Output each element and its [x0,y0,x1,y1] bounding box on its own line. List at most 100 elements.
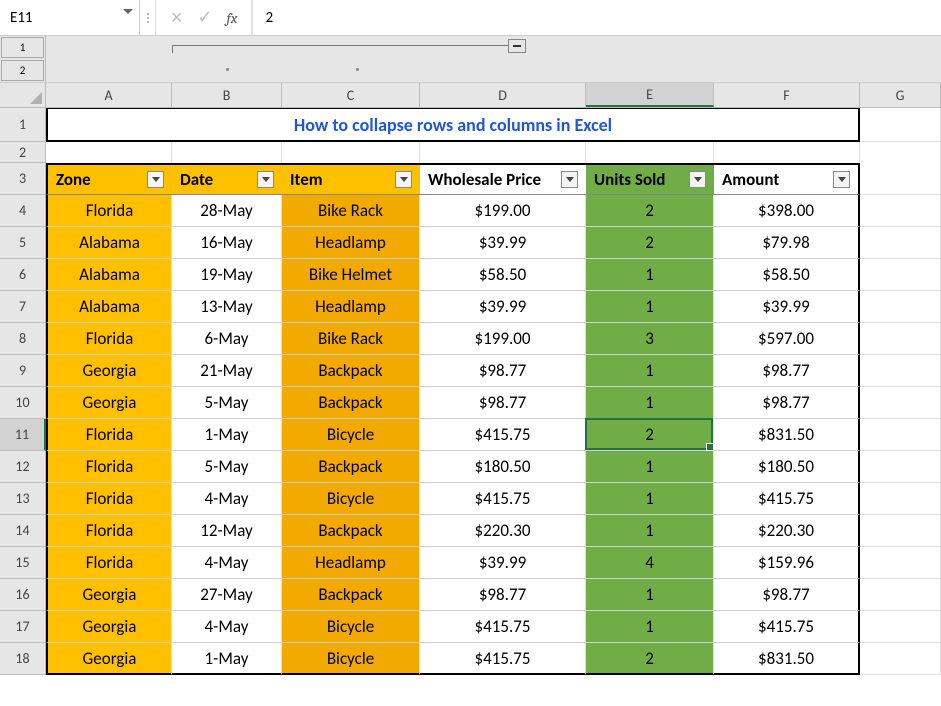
col-header-e[interactable]: E [586,83,714,107]
row-header-3[interactable]: 3 [0,163,46,195]
outline-level-1[interactable]: 1 [1,37,44,58]
col-header-d[interactable]: D [420,83,586,107]
cell-g11[interactable] [860,419,941,451]
cell-amount-5[interactable]: $79.98 [714,227,860,259]
cell-units-16[interactable]: 1 [586,579,714,611]
cell-date-8[interactable]: 6-May [172,323,282,355]
header-item[interactable]: Item [282,163,420,195]
cell-price-12[interactable]: $180.50 [420,451,586,483]
col-header-b[interactable]: B [172,83,282,107]
cell-date-6[interactable]: 19-May [172,259,282,291]
cell-amount-17[interactable]: $415.75 [714,611,860,643]
cell-date-11[interactable]: 1-May [172,419,282,451]
cell-item-14[interactable]: Backpack [282,515,420,547]
cell-f2[interactable] [714,142,860,163]
row-header-8[interactable]: 8 [0,323,46,355]
cell-zone-16[interactable]: Georgia [46,579,172,611]
cell-g12[interactable] [860,451,941,483]
cell-d2[interactable] [420,142,586,163]
cell-zone-13[interactable]: Florida [46,483,172,515]
cell-price-14[interactable]: $220.30 [420,515,586,547]
cell-g10[interactable] [860,387,941,419]
cell-item-11[interactable]: Bicycle [282,419,420,451]
row-header-2[interactable]: 2 [0,142,46,163]
cell-amount-8[interactable]: $597.00 [714,323,860,355]
cell-amount-12[interactable]: $180.50 [714,451,860,483]
header-date[interactable]: Date [172,163,282,195]
row-header-12[interactable]: 12 [0,451,46,483]
cell-amount-13[interactable]: $415.75 [714,483,860,515]
cell-g8[interactable] [860,323,941,355]
cell-price-8[interactable]: $199.00 [420,323,586,355]
cell-amount-14[interactable]: $220.30 [714,515,860,547]
cell-amount-10[interactable]: $98.77 [714,387,860,419]
filter-icon[interactable] [561,171,578,188]
cell-amount-7[interactable]: $39.99 [714,291,860,323]
cell-g1[interactable] [860,108,941,142]
enter-icon[interactable]: ✓ [197,7,212,28]
cell-units-8[interactable]: 3 [586,323,714,355]
cell-g18[interactable] [860,643,941,675]
row-header-16[interactable]: 16 [0,579,46,611]
cell-price-16[interactable]: $98.77 [420,579,586,611]
cell-item-10[interactable]: Backpack [282,387,420,419]
cell-amount-11[interactable]: $831.50 [714,419,860,451]
cell-g5[interactable] [860,227,941,259]
cell-g7[interactable] [860,291,941,323]
cell-zone-11[interactable]: Florida [46,419,172,451]
cell-g16[interactable] [860,579,941,611]
cell-a2[interactable] [46,142,172,163]
cell-zone-9[interactable]: Georgia [46,355,172,387]
cell-zone-10[interactable]: Georgia [46,387,172,419]
cell-e2[interactable] [586,142,714,163]
cell-amount-16[interactable]: $98.77 [714,579,860,611]
cell-units-9[interactable]: 1 [586,355,714,387]
cell-price-18[interactable]: $415.75 [420,643,586,675]
col-header-f[interactable]: F [714,83,860,107]
cell-units-11[interactable]: 2 [586,419,714,451]
cell-units-7[interactable]: 1 [586,291,714,323]
collapse-group-button[interactable] [508,39,526,53]
header-amount[interactable]: Amount [714,163,860,195]
cell-date-17[interactable]: 4-May [172,611,282,643]
col-header-a[interactable]: A [46,83,172,107]
cell-item-8[interactable]: Bike Rack [282,323,420,355]
header-price[interactable]: Wholesale Price [420,163,586,195]
cell-zone-8[interactable]: Florida [46,323,172,355]
cell-date-12[interactable]: 5-May [172,451,282,483]
cell-b2[interactable] [172,142,282,163]
col-header-c[interactable]: C [282,83,420,107]
cell-units-12[interactable]: 1 [586,451,714,483]
cell-item-17[interactable]: Bicycle [282,611,420,643]
cell-price-13[interactable]: $415.75 [420,483,586,515]
cell-zone-14[interactable]: Florida [46,515,172,547]
name-box-dropdown-icon[interactable] [123,9,133,14]
cell-amount-18[interactable]: $831.50 [714,643,860,675]
cell-price-17[interactable]: $415.75 [420,611,586,643]
cell-date-7[interactable]: 13-May [172,291,282,323]
filter-icon[interactable] [833,171,850,188]
cell-zone-12[interactable]: Florida [46,451,172,483]
cell-g3[interactable] [860,163,941,195]
cell-units-6[interactable]: 1 [586,259,714,291]
row-header-6[interactable]: 6 [0,259,46,291]
cell-units-14[interactable]: 1 [586,515,714,547]
cell-zone-4[interactable]: Florida [46,195,172,227]
cell-item-16[interactable]: Backpack [282,579,420,611]
cell-units-18[interactable]: 2 [586,643,714,675]
cell-zone-7[interactable]: Alabama [46,291,172,323]
cell-price-10[interactable]: $98.77 [420,387,586,419]
filter-icon[interactable] [147,171,164,188]
cell-price-7[interactable]: $39.99 [420,291,586,323]
filter-icon[interactable] [689,171,706,188]
cell-units-13[interactable]: 1 [586,483,714,515]
cell-date-18[interactable]: 1-May [172,643,282,675]
cell-g2[interactable] [860,142,941,163]
cell-amount-15[interactable]: $159.96 [714,547,860,579]
cell-date-4[interactable]: 28-May [172,195,282,227]
select-all-corner[interactable] [0,83,46,107]
row-header-13[interactable]: 13 [0,483,46,515]
cell-g13[interactable] [860,483,941,515]
cell-g17[interactable] [860,611,941,643]
filter-icon[interactable] [257,171,274,188]
